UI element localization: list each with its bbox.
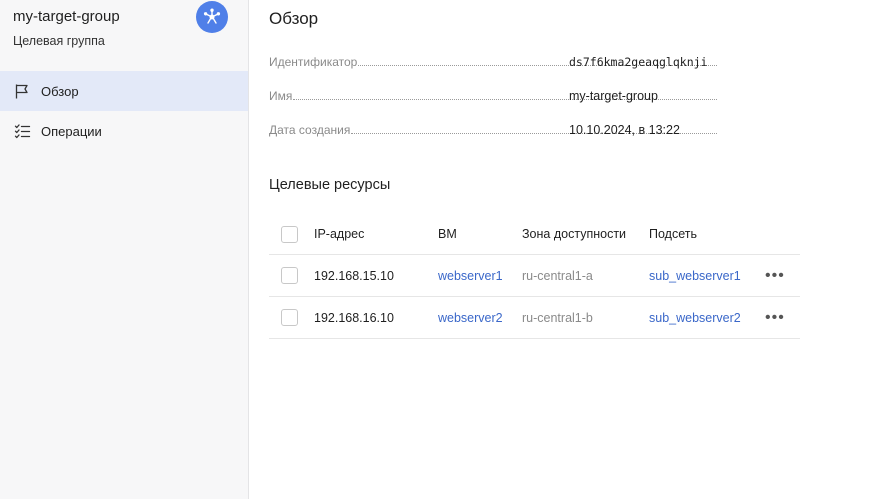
resource-name: my-target-group [13,8,120,25]
sidebar-item-label: Операции [41,123,102,139]
network-load-balancer-icon[interactable] [196,1,228,33]
property-value: 10.10.2024, в 13:22 [569,123,680,137]
ip-address: 192.168.15.10 [314,268,394,283]
column-header-vm: ВМ [438,227,457,241]
property-id: Идентификатор ds7f6kma2geaqglqknji [269,51,719,69]
table-header: IP-адрес ВМ Зона доступности Подсеть [269,214,800,255]
property-created: Дата создания 10.10.2024, в 13:22 [269,119,719,137]
subnet-link[interactable]: sub_webserver2 [649,297,741,338]
vm-link[interactable]: webserver1 [438,255,503,296]
property-value: my-target-group [569,89,658,103]
flag-icon [13,82,31,100]
table-row: 192.168.15.10 webserver1 ru-central1-a s… [269,255,800,297]
property-name: Имя my-target-group [269,85,719,103]
resource-type: Целевая группа [13,34,105,48]
ip-address: 192.168.16.10 [314,310,394,325]
property-key: Дата создания [269,123,351,137]
sidebar-item-label: Обзор [41,83,79,99]
sidebar-item-operations[interactable]: Операции [0,111,248,151]
property-value[interactable]: ds7f6kma2geaqglqknji [569,55,707,69]
sidebar: my-target-group Целевая группа Обзор Опе… [0,0,249,499]
page-title: Обзор [269,9,319,28]
subnet-link[interactable]: sub_webserver1 [649,255,741,296]
targets-table: IP-адрес ВМ Зона доступности Подсеть 192… [269,214,800,339]
section-title: Целевые ресурсы [269,177,391,193]
zone: ru-central1-b [522,310,593,325]
column-header-subnet: Подсеть [649,227,697,241]
more-actions-icon[interactable]: ••• [765,297,785,338]
sidebar-item-overview[interactable]: Обзор [0,71,248,111]
select-all-checkbox[interactable] [281,225,298,243]
property-key: Имя [269,89,293,103]
table-row: 192.168.16.10 webserver2 ru-central1-b s… [269,297,800,339]
list-checks-icon [13,122,31,140]
more-actions-icon[interactable]: ••• [765,255,785,296]
column-header-ip: IP-адрес [314,227,365,241]
column-header-zone: Зона доступности [522,227,627,241]
vm-link[interactable]: webserver2 [438,297,503,338]
property-key: Идентификатор [269,55,358,69]
zone: ru-central1-a [522,268,593,283]
row-checkbox[interactable] [281,267,298,284]
row-checkbox[interactable] [281,309,298,326]
